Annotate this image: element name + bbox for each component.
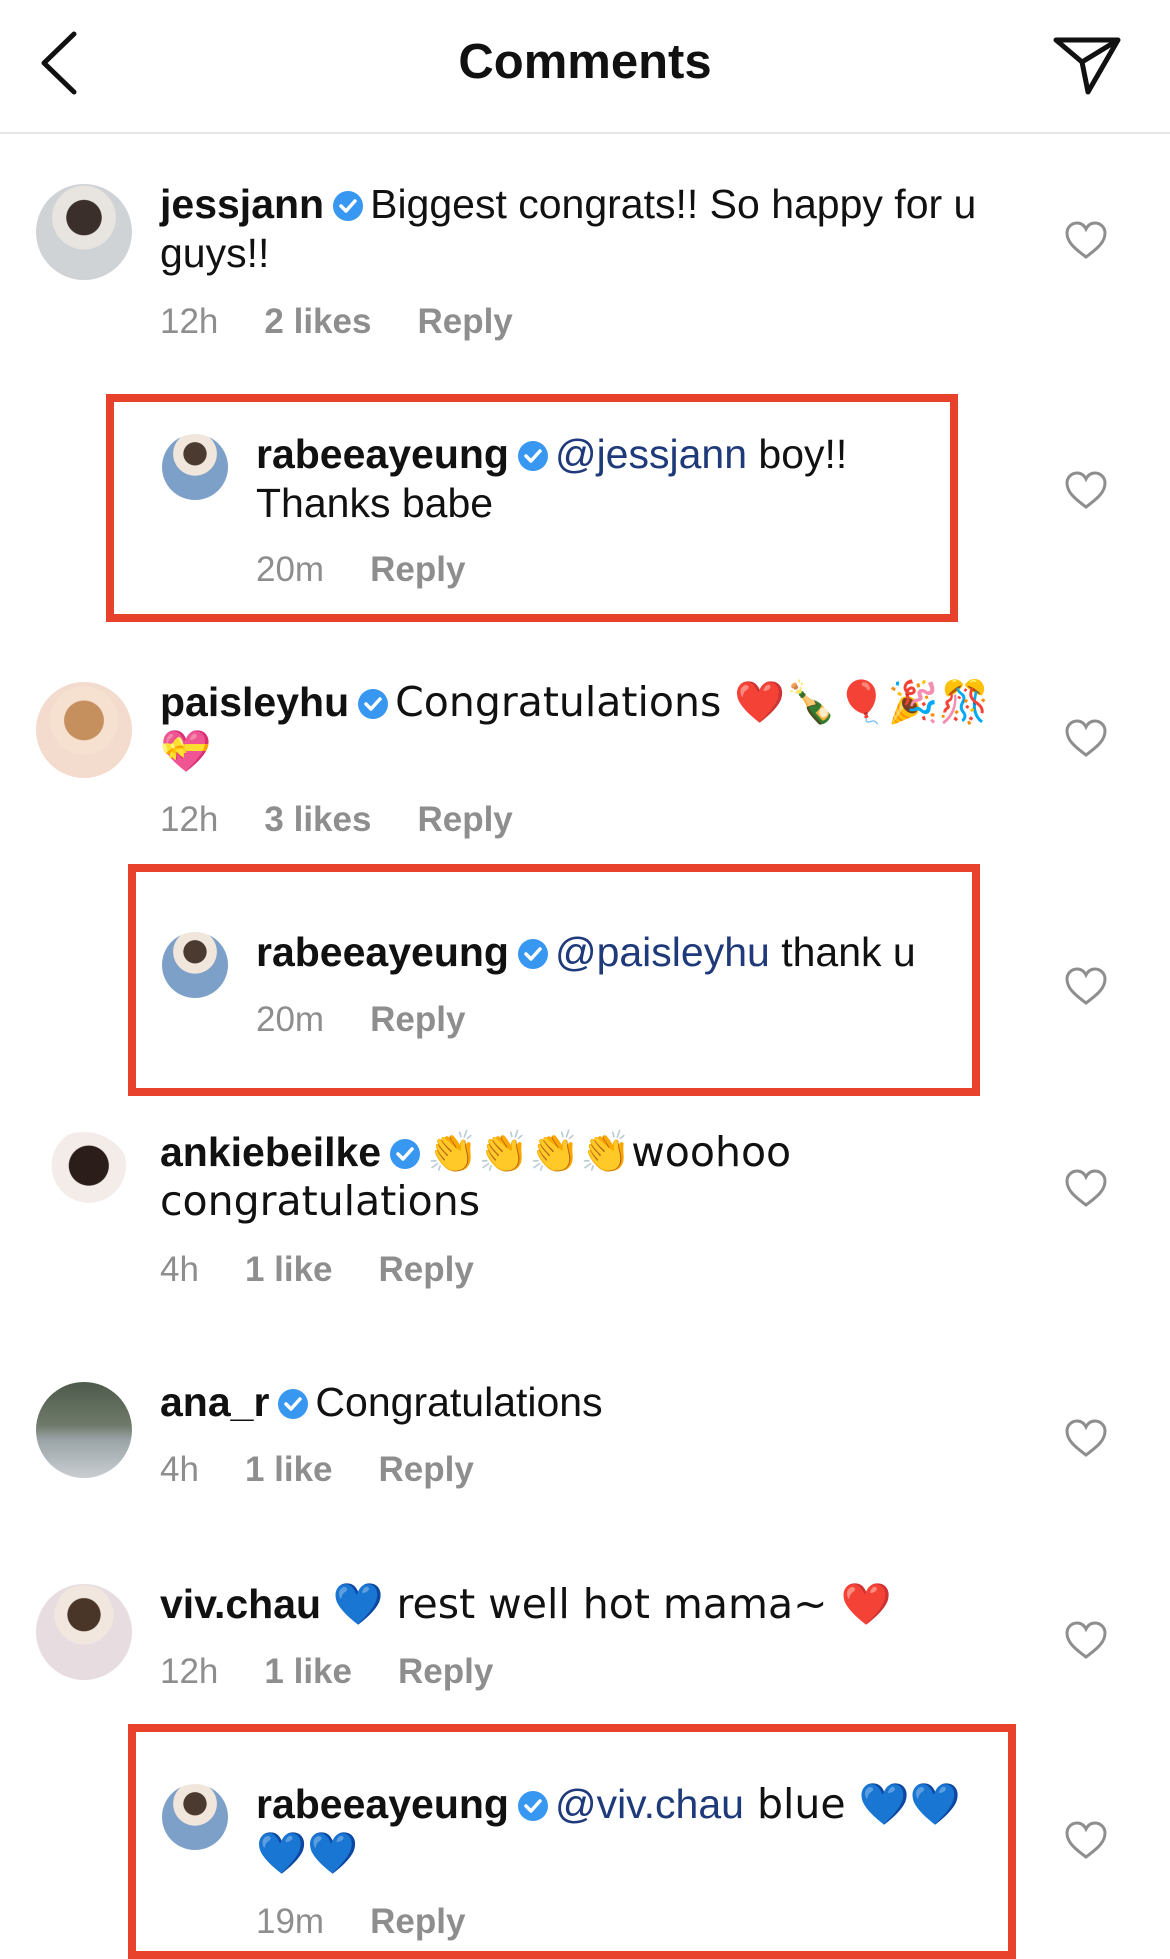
avatar[interactable] — [162, 434, 228, 500]
comment-meta: 4h 1 like Reply — [160, 1450, 520, 1490]
verified-badge-icon — [517, 441, 548, 471]
comment-meta: 4h 1 like Reply — [160, 1250, 520, 1290]
comment-likes[interactable]: 3 likes — [264, 800, 371, 840]
heart-icon[interactable] — [1064, 1418, 1108, 1458]
verified-badge-icon — [390, 1139, 421, 1169]
mention-link[interactable]: @viv.chau — [555, 1781, 744, 1827]
comment-username[interactable]: paisleyhu — [160, 679, 349, 725]
reply-button[interactable]: Reply — [370, 550, 465, 590]
heart-icon[interactable] — [1064, 718, 1108, 758]
comment-username[interactable]: rabeeayeung — [256, 929, 509, 975]
reply-button[interactable]: Reply — [417, 302, 512, 342]
comment-username[interactable]: jessjann — [160, 181, 324, 227]
header-bar: Comments — [0, 0, 1170, 134]
comment-time: 19m — [256, 1902, 325, 1941]
verified-badge-icon — [517, 1791, 548, 1821]
reply-button[interactable]: Reply — [379, 1450, 474, 1490]
comment-likes[interactable]: 1 like — [264, 1652, 352, 1692]
page-title: Comments — [458, 35, 712, 89]
comment-username[interactable]: viv.chau — [160, 1581, 321, 1627]
heart-icon[interactable] — [1064, 220, 1108, 260]
heart-icon[interactable] — [1064, 470, 1108, 510]
avatar[interactable] — [36, 184, 132, 280]
verified-badge-icon — [333, 191, 364, 221]
comment-likes[interactable]: 1 like — [245, 1450, 333, 1490]
reply-button[interactable]: Reply — [379, 1250, 474, 1290]
comment-meta: 20m Reply — [256, 1000, 511, 1040]
comment-time: 12h — [160, 800, 219, 839]
heart-icon[interactable] — [1064, 1620, 1108, 1660]
avatar[interactable] — [162, 932, 228, 998]
comment-meta: 12h 1 like Reply — [160, 1652, 539, 1692]
avatar[interactable] — [36, 682, 132, 778]
comment-time: 20m — [256, 550, 325, 589]
reply-button[interactable]: Reply — [417, 800, 512, 840]
avatar[interactable] — [36, 1584, 132, 1680]
comment-likes[interactable]: 1 like — [245, 1250, 333, 1290]
avatar[interactable] — [36, 1132, 132, 1228]
verified-badge-icon — [278, 1389, 309, 1419]
comment-username[interactable]: ankiebeilke — [160, 1129, 381, 1175]
comment-text: Congratulations — [315, 1379, 603, 1425]
comment-meta: 12h 3 likes Reply — [160, 800, 559, 840]
comment-username[interactable]: ana_r — [160, 1379, 269, 1425]
avatar[interactable] — [162, 1784, 228, 1850]
reply-button[interactable]: Reply — [370, 1902, 465, 1942]
comment-meta: 20m Reply — [256, 550, 511, 590]
comment-likes[interactable]: 2 likes — [264, 302, 371, 342]
comment-text: thank u — [769, 929, 916, 975]
comment-meta: 12h 2 likes Reply — [160, 302, 559, 342]
comment-time: 20m — [256, 1000, 325, 1039]
comment-meta: 19m Reply — [256, 1902, 511, 1942]
mention-link[interactable]: @jessjann — [555, 431, 747, 477]
mention-link[interactable]: @paisleyhu — [555, 929, 770, 975]
send-icon[interactable] — [1052, 34, 1122, 96]
comment-time: 4h — [160, 1250, 199, 1289]
avatar[interactable] — [36, 1382, 132, 1478]
heart-icon[interactable] — [1064, 966, 1108, 1006]
verified-badge-icon — [358, 689, 389, 719]
highlight-box — [128, 864, 980, 1096]
heart-icon[interactable] — [1064, 1168, 1108, 1208]
comment-time: 12h — [160, 1652, 219, 1691]
verified-badge-icon — [517, 939, 548, 969]
heart-icon[interactable] — [1064, 1820, 1108, 1860]
comment-username[interactable]: rabeeayeung — [256, 431, 509, 477]
comment-username[interactable]: rabeeayeung — [256, 1781, 509, 1827]
comment-time: 4h — [160, 1450, 199, 1489]
comment-time: 12h — [160, 302, 219, 341]
reply-button[interactable]: Reply — [398, 1652, 493, 1692]
reply-button[interactable]: Reply — [370, 1000, 465, 1040]
comment-text: 💙 rest well hot mama~ ❤️ — [332, 1580, 892, 1628]
